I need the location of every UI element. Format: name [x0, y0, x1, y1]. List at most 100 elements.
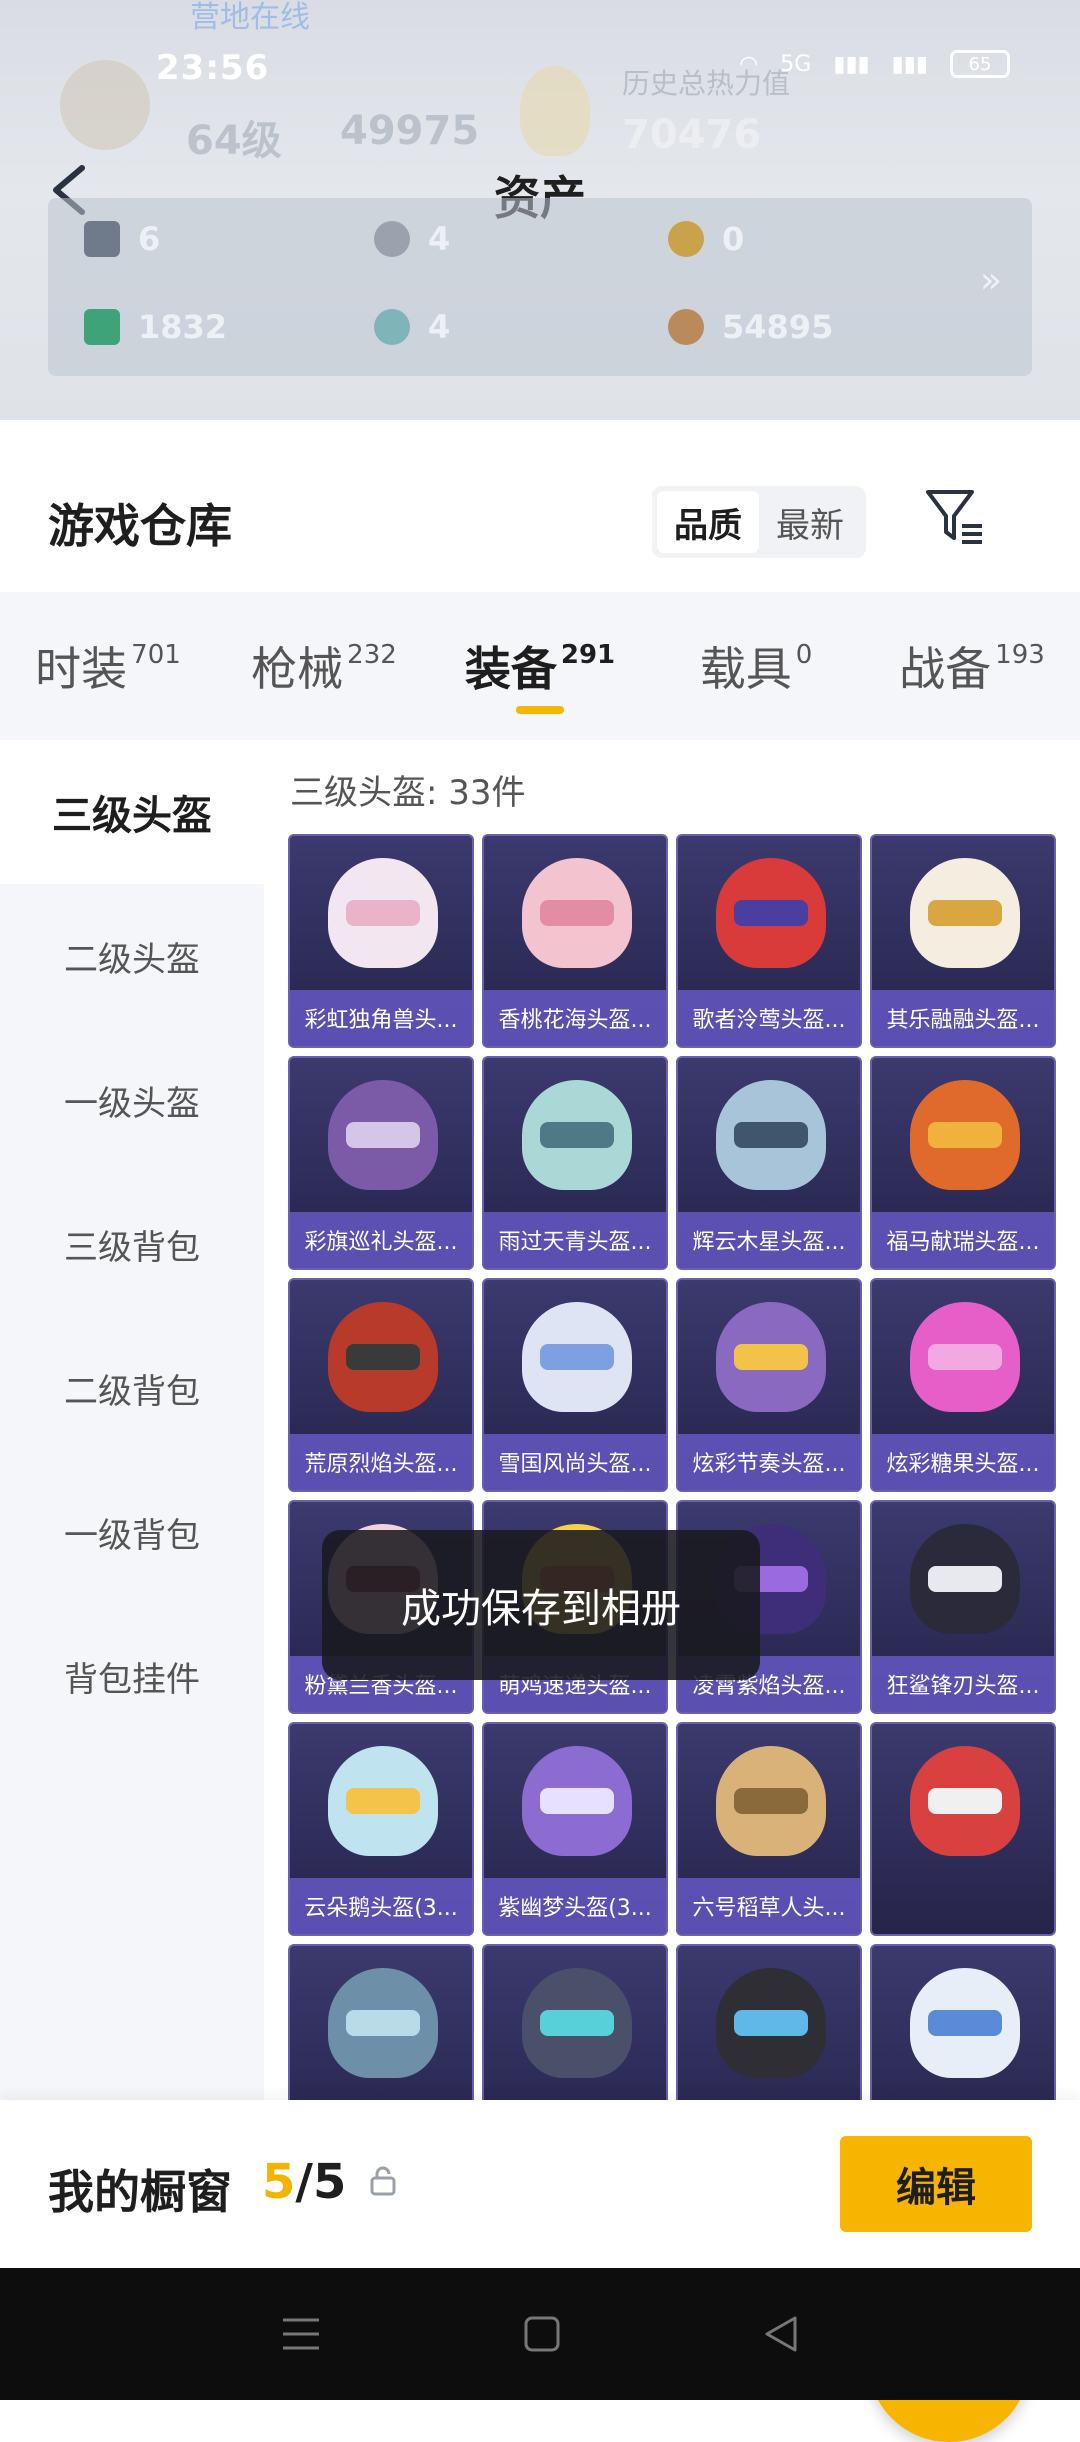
item-name: 紫幽梦头盔(3...: [484, 1878, 666, 1934]
helmet-visor: [346, 1788, 420, 1814]
tab-count: 232: [347, 640, 397, 670]
asset-item: 1832: [84, 308, 227, 346]
sort-newest-button[interactable]: 最新: [759, 491, 861, 553]
helmet-visor: [928, 1344, 1002, 1370]
helmet-item-card[interactable]: 辉云木星头盔...: [676, 1056, 862, 1270]
edit-button[interactable]: 编辑: [840, 2136, 1032, 2232]
home-icon[interactable]: [522, 2314, 562, 2354]
asset-coin-icon: [84, 309, 120, 345]
sort-quality-button[interactable]: 品质: [657, 491, 759, 553]
helmet-visor: [346, 1344, 420, 1370]
showcase-count: 5/5: [262, 2154, 347, 2210]
item-name: 歌者泠莺头盔...: [678, 990, 860, 1046]
tab-fashion[interactable]: 时装 701: [0, 592, 216, 740]
tab-weapons[interactable]: 枪械 232: [216, 592, 432, 740]
bg-online-status: 营地在线: [190, 0, 310, 35]
tab-label: 战备: [899, 642, 992, 696]
status-icons: ◠ 5G ▮▮▮ ▮▮▮ 65: [739, 50, 1010, 78]
item-name: 辉云木星头盔...: [678, 1212, 860, 1268]
helmet-item-card[interactable]: 歌者泠莺头盔...: [676, 834, 862, 1048]
asset-value: 54895: [722, 308, 834, 346]
item-name: 雪国风尚头盔...: [484, 1434, 666, 1490]
helmet-item-card[interactable]: [870, 1722, 1056, 1936]
item-grid: 彩虹独角兽头... 香桃花海头盔... 歌者泠莺头盔... 其乐融融头盔... 彩旗巡礼…: [288, 834, 1058, 2158]
helmet-item-card[interactable]: 狂鲨锋刃头盔...: [870, 1500, 1056, 1714]
item-name: 其乐融融头盔...: [872, 990, 1054, 1046]
helmet-visor: [540, 900, 614, 926]
back-icon[interactable]: [761, 2314, 801, 2354]
helmet-item-card[interactable]: 六号稻草人头...: [676, 1722, 862, 1936]
helmet-visor: [928, 1788, 1002, 1814]
asset-item: 4: [374, 220, 450, 258]
subcategory-item[interactable]: 一级头盔: [0, 1028, 264, 1172]
helmet-item-card[interactable]: 彩旗巡礼头盔...: [288, 1056, 474, 1270]
subcategory-item[interactable]: 三级头盔: [0, 740, 264, 884]
showcase-bar: 我的橱窗 5/5 编辑: [0, 2100, 1080, 2268]
subcategory-item[interactable]: 背包挂件: [0, 1604, 264, 1748]
item-name: 炫彩节奏头盔...: [678, 1434, 860, 1490]
subcategory-item[interactable]: 二级头盔: [0, 884, 264, 1028]
tab-count: 701: [131, 640, 181, 670]
helmet-item-card[interactable]: 福马献瑞头盔...: [870, 1056, 1056, 1270]
item-name: 福马献瑞头盔...: [872, 1212, 1054, 1268]
bg-level: 64级: [186, 118, 282, 164]
warehouse-title: 游戏仓库: [48, 499, 232, 553]
asset-item: 6: [84, 220, 160, 258]
tab-label: 载具: [699, 642, 792, 696]
helmet-visor: [540, 1344, 614, 1370]
helmet-item-card[interactable]: 雨过天青头盔...: [482, 1056, 668, 1270]
showcase-label: 我的橱窗: [48, 2165, 232, 2219]
tab-equipment[interactable]: 装备 291: [432, 592, 648, 740]
chevron-right-icon[interactable]: »: [980, 260, 1002, 301]
subcategory-list: 三级头盔 二级头盔 一级头盔 三级背包 二级背包 一级背包 背包挂件: [0, 740, 264, 2240]
helmet-item-card[interactable]: 云朵鹅头盔(3...: [288, 1722, 474, 1936]
rank-emblem-icon: [60, 60, 150, 150]
helmet-item-card[interactable]: 香桃花海头盔...: [482, 834, 668, 1048]
tab-label: 装备: [464, 642, 557, 696]
asset-value: 6: [138, 220, 161, 258]
asset-coin-icon: [84, 221, 120, 257]
subcategory-item[interactable]: 一级背包: [0, 1460, 264, 1604]
item-name: 香桃花海头盔...: [484, 990, 666, 1046]
helmet-item-card[interactable]: 紫幽梦头盔(3...: [482, 1722, 668, 1936]
asset-summary[interactable]: 6 4 0 1832 4 54895 »: [48, 198, 1032, 376]
heat-flame-icon: [520, 66, 590, 156]
helmet-item-card[interactable]: 雪国风尚头盔...: [482, 1278, 668, 1492]
helmet-item-card[interactable]: 彩虹独角兽头...: [288, 834, 474, 1048]
subcategory-item[interactable]: 二级背包: [0, 1316, 264, 1460]
helmet-visor: [346, 900, 420, 926]
helmet-visor: [928, 1122, 1002, 1148]
helmet-item-card[interactable]: 炫彩节奏头盔...: [676, 1278, 862, 1492]
item-name: 彩虹独角兽头...: [290, 990, 472, 1046]
helmet-visor: [734, 900, 808, 926]
helmet-visor: [346, 1122, 420, 1148]
item-name: 雨过天青头盔...: [484, 1212, 666, 1268]
item-name: 六号稻草人头...: [678, 1878, 860, 1934]
helmet-item-card[interactable]: 炫彩糖果头盔...: [870, 1278, 1056, 1492]
tab-vehicles[interactable]: 载具 0: [648, 592, 864, 740]
helmet-visor: [734, 1788, 808, 1814]
asset-value: 0: [722, 220, 745, 258]
asset-value: 4: [428, 220, 451, 258]
menu-icon[interactable]: [279, 2314, 323, 2354]
helmet-visor: [734, 1122, 808, 1148]
tab-count: 0: [795, 640, 813, 670]
subcategory-item[interactable]: 三级背包: [0, 1172, 264, 1316]
toast-message: 成功保存到相册: [322, 1530, 760, 1680]
item-name: 云朵鹅头盔(3...: [290, 1878, 472, 1934]
item-name: 狂鲨锋刃头盔...: [872, 1656, 1054, 1712]
tab-supplies[interactable]: 战备 193: [864, 592, 1080, 740]
profile-header: 营地在线 64级 49975 历史总热力值 70476 23:56 ◠ 5G ▮…: [0, 0, 1080, 420]
asset-coin-icon: [374, 309, 410, 345]
asset-item: 0: [668, 220, 744, 258]
helmet-visor: [540, 1788, 614, 1814]
filter-icon[interactable]: [922, 484, 986, 548]
helmet-item-card[interactable]: 其乐融融头盔...: [870, 834, 1056, 1048]
helmet-visor: [734, 1344, 808, 1370]
helmet-item-card[interactable]: 荒原烈焰头盔...: [288, 1278, 474, 1492]
bg-score: 49975: [340, 108, 480, 154]
tab-count: 193: [995, 640, 1045, 670]
asset-value: 1832: [138, 308, 228, 346]
system-navbar: [0, 2268, 1080, 2400]
battery-icon: 65: [950, 50, 1010, 78]
